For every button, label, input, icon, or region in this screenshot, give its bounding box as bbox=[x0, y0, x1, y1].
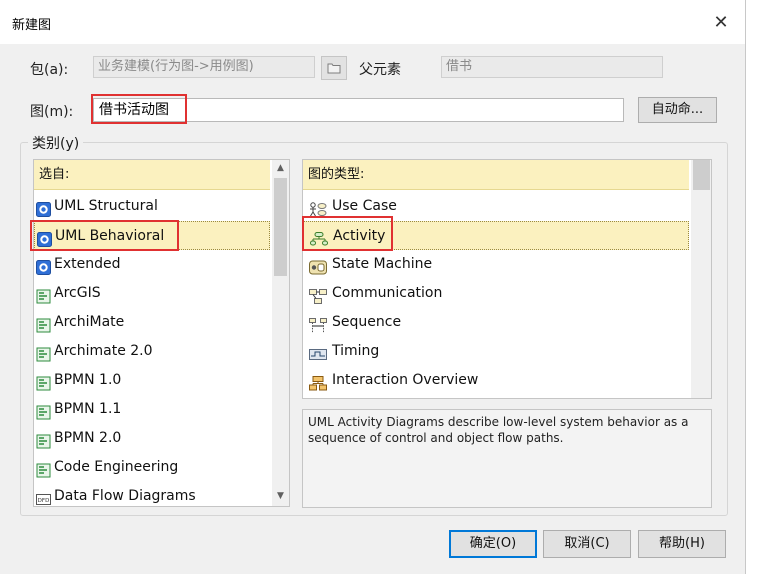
list-item[interactable]: UML Structural bbox=[34, 192, 270, 221]
uml-icon bbox=[37, 229, 52, 247]
browse-package-button[interactable] bbox=[321, 56, 347, 80]
diagram-icon bbox=[36, 460, 51, 478]
list-item-selected[interactable]: UML Behavioral bbox=[34, 221, 270, 250]
list-item[interactable]: Timing bbox=[303, 337, 689, 366]
parent-field: 借书 bbox=[441, 56, 663, 78]
scroll-down-icon[interactable]: ▼ bbox=[272, 488, 289, 504]
uml-icon bbox=[36, 199, 51, 217]
help-button[interactable]: 帮助(H) bbox=[638, 530, 726, 558]
close-icon[interactable]: ✕ bbox=[710, 12, 732, 34]
list-item[interactable]: Archimate 2.0 bbox=[34, 337, 270, 366]
category-list[interactable]: 选自: UML Structural UML Behavioral Extend… bbox=[33, 159, 290, 507]
scroll-up-icon[interactable]: ▲ bbox=[272, 160, 289, 176]
list-item-selected[interactable]: Activity bbox=[303, 221, 689, 250]
list-item[interactable]: Communication bbox=[303, 279, 689, 308]
parent-label: 父元素 bbox=[359, 62, 401, 78]
list-item[interactable]: ArchiMate bbox=[34, 308, 270, 337]
list-item-label: UML Structural bbox=[54, 198, 158, 214]
list-item[interactable]: Sequence bbox=[303, 308, 689, 337]
diagram-icon bbox=[36, 431, 51, 449]
diagram-icon bbox=[36, 315, 51, 333]
category-list-scrollbar[interactable]: ▲ ▼ bbox=[272, 160, 289, 506]
list-item-label: Archimate 2.0 bbox=[54, 343, 153, 359]
list-item[interactable]: BPMN 1.0 bbox=[34, 366, 270, 395]
list-item[interactable]: State Machine bbox=[303, 250, 689, 279]
dfd-icon: DFD bbox=[36, 489, 51, 505]
list-item-label: ArchiMate bbox=[54, 314, 125, 330]
window-title: 新建图 bbox=[12, 18, 52, 33]
list-item[interactable]: Code Engineering bbox=[34, 453, 270, 482]
diagram-type-list[interactable]: 图的类型: Use Case Activity State Machine Co… bbox=[302, 159, 712, 399]
sequence-icon bbox=[309, 315, 327, 333]
diagram-icon bbox=[36, 373, 51, 391]
activity-icon bbox=[310, 229, 328, 246]
title-bar: 新建图 ✕ bbox=[0, 0, 745, 44]
diagram-icon bbox=[36, 286, 51, 304]
package-label: 包(a): bbox=[30, 62, 69, 78]
diagram-icon bbox=[36, 402, 51, 420]
interaction-overview-icon bbox=[309, 373, 327, 391]
list-item-label: State Machine bbox=[332, 256, 433, 272]
list-item[interactable]: ArcGIS bbox=[34, 279, 270, 308]
timing-icon bbox=[309, 344, 327, 360]
list-item-label: Sequence bbox=[332, 314, 402, 330]
diagram-label: 图(m): bbox=[30, 104, 74, 120]
category-list-header: 选自: bbox=[34, 160, 270, 190]
list-item-label: Code Engineering bbox=[54, 459, 179, 475]
list-item-label: UML Behavioral bbox=[55, 228, 165, 244]
list-item-label: Interaction Overview bbox=[332, 372, 479, 388]
state-machine-icon bbox=[309, 257, 327, 275]
list-item[interactable]: Interaction Overview bbox=[303, 366, 689, 395]
new-diagram-dialog: 新建图 ✕ 包(a): 业务建模(行为图->用例图) 父元素 借书 图(m): … bbox=[0, 0, 745, 574]
diagram-type-list-scrollbar[interactable] bbox=[691, 160, 711, 398]
list-item-label: Data Flow Diagrams bbox=[54, 488, 196, 504]
communication-icon bbox=[309, 286, 327, 304]
diagram-name-input[interactable]: 借书活动图 bbox=[93, 98, 624, 122]
list-item-label: Communication bbox=[332, 285, 443, 301]
auto-name-button[interactable]: 自动命... bbox=[638, 97, 717, 123]
diagram-icon bbox=[36, 344, 51, 362]
list-item-label: BPMN 2.0 bbox=[54, 430, 122, 446]
list-item[interactable]: Use Case bbox=[303, 192, 689, 221]
uml-icon bbox=[36, 257, 51, 275]
background-window-edge bbox=[745, 0, 772, 574]
category-label: 类别(y) bbox=[28, 133, 84, 153]
svg-text:DFD: DFD bbox=[38, 498, 50, 504]
list-item-label: ArcGIS bbox=[54, 285, 101, 301]
list-item-label: BPMN 1.1 bbox=[54, 401, 122, 417]
diagram-description: UML Activity Diagrams describe low-level… bbox=[302, 409, 712, 508]
list-item[interactable]: BPMN 1.1 bbox=[34, 395, 270, 424]
list-item[interactable]: Extended bbox=[34, 250, 270, 279]
list-item[interactable]: BPMN 2.0 bbox=[34, 424, 270, 453]
ok-button[interactable]: 确定(O) bbox=[449, 530, 537, 558]
list-item-label: Timing bbox=[332, 343, 380, 359]
list-item-label: BPMN 1.0 bbox=[54, 372, 122, 388]
package-field: 业务建模(行为图->用例图) bbox=[93, 56, 315, 78]
folder-icon bbox=[327, 63, 341, 74]
list-item[interactable]: DFD Data Flow Diagrams bbox=[34, 482, 270, 506]
scroll-thumb[interactable] bbox=[274, 178, 287, 276]
use-case-icon bbox=[309, 199, 327, 217]
list-item-label: Use Case bbox=[332, 198, 397, 214]
scroll-thumb[interactable] bbox=[693, 160, 710, 190]
list-item-label: Activity bbox=[333, 228, 386, 244]
list-item-label: Extended bbox=[54, 256, 121, 272]
diagram-type-list-header: 图的类型: bbox=[303, 160, 689, 190]
cancel-button[interactable]: 取消(C) bbox=[543, 530, 631, 558]
